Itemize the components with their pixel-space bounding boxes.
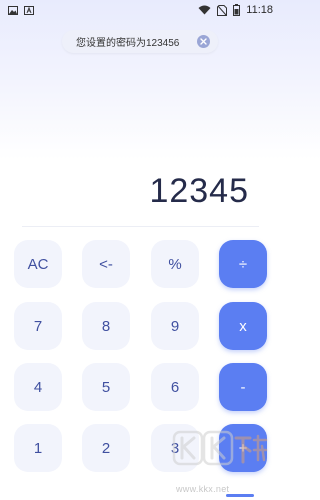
watermark-url: www.kkx.net bbox=[176, 484, 230, 494]
key-2[interactable]: 2 bbox=[82, 424, 130, 472]
key-percent[interactable]: % bbox=[151, 240, 199, 288]
key-8[interactable]: 8 bbox=[82, 302, 130, 350]
key-multiply[interactable]: x bbox=[219, 302, 267, 350]
key-5[interactable]: 5 bbox=[82, 363, 130, 411]
key-6[interactable]: 6 bbox=[151, 363, 199, 411]
key-9[interactable]: 9 bbox=[151, 302, 199, 350]
key-subtract[interactable]: - bbox=[219, 363, 267, 411]
watermark-logo bbox=[172, 430, 268, 466]
key-7[interactable]: 7 bbox=[14, 302, 62, 350]
key-clear[interactable]: AC bbox=[14, 240, 62, 288]
key-backspace[interactable]: <- bbox=[82, 240, 130, 288]
keypad: AC <- % ÷ 7 8 9 x 4 5 6 - 1 2 3 + bbox=[0, 0, 281, 500]
key-divide[interactable]: ÷ bbox=[219, 240, 267, 288]
key-4[interactable]: 4 bbox=[14, 363, 62, 411]
key-1[interactable]: 1 bbox=[14, 424, 62, 472]
bottom-accent-bar bbox=[226, 494, 254, 497]
